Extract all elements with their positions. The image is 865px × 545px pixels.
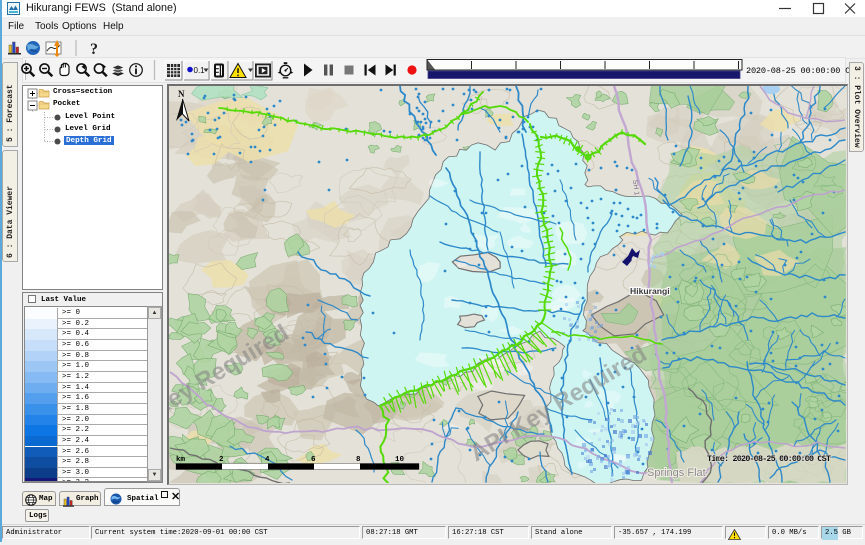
svg-text:10: 10 bbox=[395, 456, 405, 464]
svg-text:8: 8 bbox=[356, 456, 361, 464]
svg-text:Springs Flat: Springs Flat bbox=[647, 467, 706, 479]
svg-text:6: 6 bbox=[311, 456, 316, 464]
svg-text:Time: 2020-08-25 00:00:00 CST: Time: 2020-08-25 00:00:00 CST bbox=[707, 454, 831, 464]
svg-text:Hikurangi: Hikurangi bbox=[630, 286, 670, 296]
svg-text:4: 4 bbox=[265, 456, 270, 464]
svg-text:km: km bbox=[176, 456, 186, 464]
svg-text:N: N bbox=[178, 89, 185, 99]
svg-text:0.1: 0.1 bbox=[194, 66, 206, 75]
svg-text:2: 2 bbox=[219, 456, 224, 464]
